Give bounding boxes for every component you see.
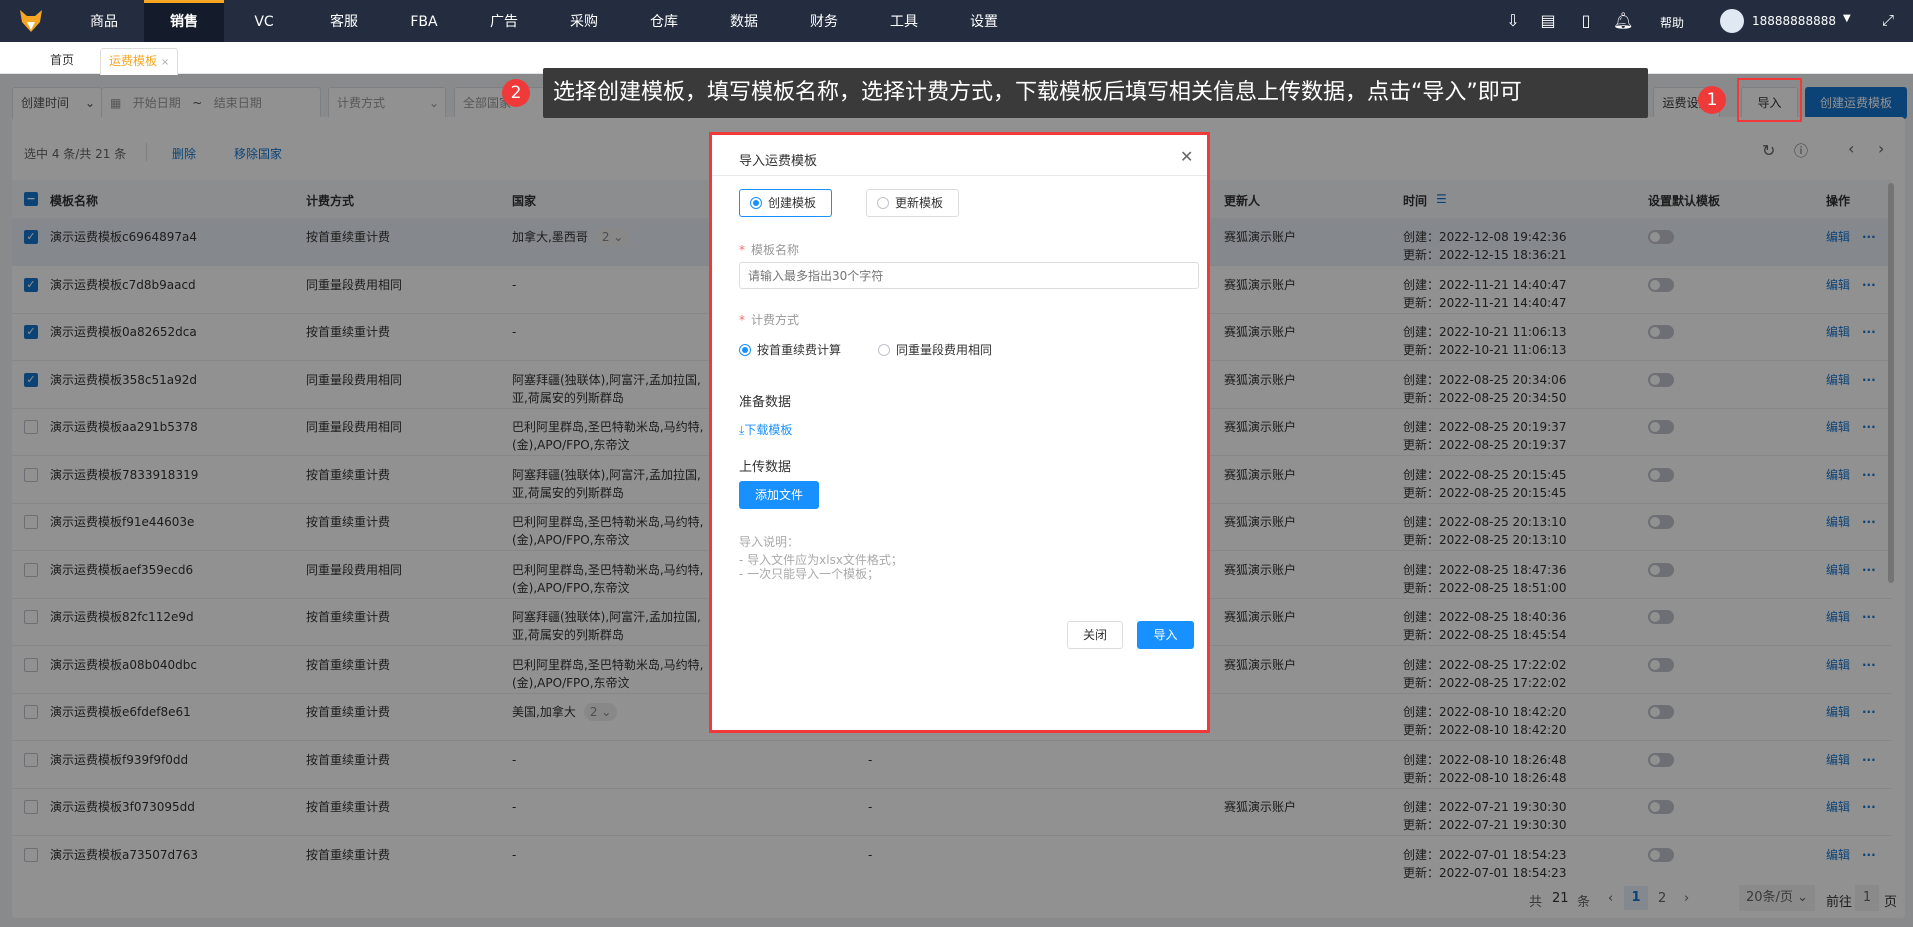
top-nav: 商品 销售 VC 客服 FBA 广告 采购 仓库 数据 财务 工具 设置 ⇩ ▤ ▯ 🔔︎ 帮助 18… (0, 0, 1913, 42)
nav-item[interactable]: FBA (384, 0, 464, 42)
mode-create-radio[interactable]: 创建模板 (739, 189, 832, 217)
close-button[interactable]: 关闭 (1067, 621, 1123, 649)
guide-text: 选择创建模板，填写模板名称，选择计费方式，下载模板后填写相关信息上传数据，点击“… (553, 80, 1522, 105)
download-icon[interactable]: ⇩ (1503, 11, 1523, 31)
template-name-input[interactable] (739, 262, 1199, 289)
nav-item[interactable]: 采购 (544, 0, 624, 42)
note-item: - 一次只能导入一个模板； (739, 567, 880, 581)
add-file-button[interactable]: 添加文件 (739, 481, 819, 509)
name-label: 模板名称 (751, 243, 800, 257)
bell-icon[interactable]: 🔔︎ (1613, 11, 1633, 31)
user-name[interactable]: 18888888888 (1752, 14, 1836, 28)
download-template-link[interactable]: ⤓下载模板 (739, 421, 792, 438)
method-a-radio[interactable]: 按首重续费计算 (739, 341, 841, 358)
nav-item[interactable]: 销售 (144, 0, 224, 42)
chevron-down-icon[interactable]: ▼ (1843, 13, 1851, 24)
notes-title: 导入说明： (739, 535, 800, 549)
step-badge-2: 2 (502, 79, 530, 107)
tab-freight-template[interactable]: 运费模板 × (100, 48, 179, 75)
nav-item[interactable]: 仓库 (624, 0, 704, 42)
nav-item[interactable]: 财务 (784, 0, 864, 42)
import-highlight (1737, 78, 1802, 122)
nav-item[interactable]: 数据 (704, 0, 784, 42)
radio-icon (878, 344, 890, 356)
nav-item[interactable]: 工具 (864, 0, 944, 42)
nav-item[interactable]: 商品 (64, 0, 144, 42)
guide-tooltip: 选择创建模板，填写模板名称，选择计费方式，下载模板后填写相关信息上传数据，点击“… (543, 68, 1648, 118)
close-icon[interactable]: × (161, 57, 169, 68)
divider (712, 175, 1207, 176)
radio-icon (750, 197, 762, 209)
mobile-icon[interactable]: ▯ (1576, 11, 1596, 31)
method-label: 计费方式 (751, 313, 800, 327)
nav-item[interactable]: VC (224, 0, 304, 42)
radio-icon (877, 197, 889, 209)
nav-item[interactable]: 设置 (944, 0, 1024, 42)
document-add-icon[interactable]: ▤ (1538, 11, 1558, 31)
nav-item[interactable]: 广告 (464, 0, 544, 42)
confirm-import-button[interactable]: 导入 (1137, 621, 1194, 649)
close-icon[interactable]: ✕ (1180, 147, 1193, 166)
tab-label: 运费模板 (109, 54, 158, 68)
method-b-radio[interactable]: 同重量段费用相同 (878, 341, 992, 358)
mode-update-radio[interactable]: 更新模板 (866, 189, 959, 217)
method-a-label: 按首重续费计算 (757, 343, 842, 357)
fox-logo[interactable] (18, 8, 44, 34)
avatar[interactable] (1720, 9, 1744, 33)
fullscreen-icon[interactable]: ⤢ (1882, 11, 1894, 29)
prepare-heading: 准备数据 (739, 395, 792, 410)
tab-home[interactable]: 首页 (50, 48, 74, 75)
upload-heading: 上传数据 (739, 460, 792, 475)
mode-update-label: 更新模板 (895, 196, 944, 210)
mode-create-label: 创建模板 (768, 196, 817, 210)
method-b-label: 同重量段费用相同 (896, 343, 993, 357)
step-badge-1: 1 (1698, 86, 1726, 114)
download-label: 下载模板 (744, 423, 793, 437)
nav-item[interactable]: 客服 (304, 0, 384, 42)
import-template-dialog: 导入运费模板 ✕ 创建模板 更新模板 *模板名称 *计费方式 按首重续费计算 同… (709, 132, 1210, 733)
radio-icon (739, 344, 751, 356)
help-link[interactable]: 帮助 (1660, 14, 1684, 31)
dialog-title: 导入运费模板 (739, 154, 818, 169)
